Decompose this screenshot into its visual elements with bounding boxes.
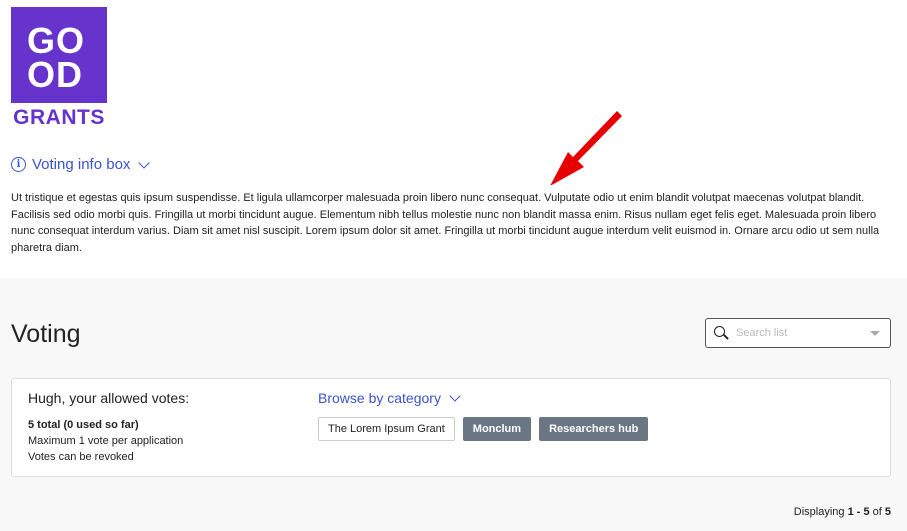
logo-text-line2: OD xyxy=(27,54,83,95)
allowed-votes-heading: Hugh, your allowed votes: xyxy=(28,390,190,406)
displaying-of: of xyxy=(869,506,885,518)
category-the-lorem-ipsum-grant[interactable]: The Lorem Ipsum Grant xyxy=(318,417,455,441)
allowed-votes-panel: Hugh, your allowed votes: 5 total (0 use… xyxy=(11,378,891,477)
red-arrow-annotation xyxy=(550,111,622,185)
voting-info-text: Ut tristique et egestas quis ipsum suspe… xyxy=(11,192,880,254)
voting-info-box-toggle[interactable]: i Voting info box xyxy=(11,156,151,173)
pagination-summary: Displaying 1 - 5 of 5 xyxy=(794,506,891,518)
good-grants-logo[interactable]: GO OD GRANTS xyxy=(11,7,107,128)
search-input[interactable] xyxy=(736,327,866,339)
chevron-down-icon xyxy=(449,390,461,402)
votes-total: 5 total (0 used so far) xyxy=(28,419,139,431)
logo-text-grants: GRANTS xyxy=(13,106,105,129)
browse-by-category-label: Browse by category xyxy=(318,390,441,406)
category-monclum[interactable]: Monclum xyxy=(462,417,532,441)
info-icon: i xyxy=(11,157,26,172)
allowed-votes-details: 5 total (0 used so far) Maximum 1 vote p… xyxy=(28,417,183,465)
votes-max-per-application: Maximum 1 vote per application xyxy=(28,435,184,447)
search-list-field[interactable] xyxy=(705,318,891,348)
category-filters: The Lorem Ipsum Grant Monclum Researcher… xyxy=(318,417,649,441)
voting-section: Voting Hugh, your allowed votes: 5 total… xyxy=(0,278,907,531)
voting-info-box-label: Voting info box xyxy=(32,156,131,173)
displaying-range: 1 - 5 xyxy=(847,506,870,518)
displaying-total: 5 xyxy=(884,506,891,518)
category-researchers-hub[interactable]: Researchers hub xyxy=(539,417,649,441)
logo-mark: GO OD xyxy=(11,7,107,103)
votes-revoke-note: Votes can be revoked xyxy=(28,451,134,463)
chevron-down-icon xyxy=(138,156,151,169)
displaying-prefix: Displaying xyxy=(793,506,848,518)
dropdown-caret-icon[interactable] xyxy=(870,331,880,336)
browse-by-category-toggle[interactable]: Browse by category xyxy=(318,390,461,406)
search-icon xyxy=(714,326,729,340)
page-title: Voting xyxy=(11,320,81,348)
